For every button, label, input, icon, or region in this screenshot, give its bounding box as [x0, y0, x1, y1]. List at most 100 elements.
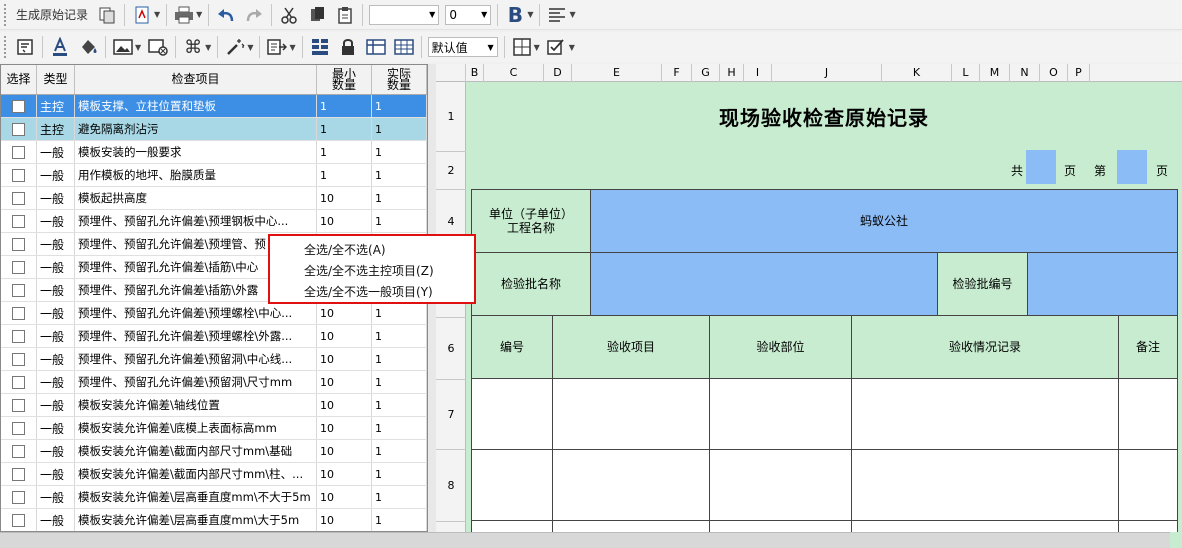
row-actual-qty[interactable]: 1 [372, 164, 427, 186]
row-checkbox[interactable] [12, 421, 25, 435]
row-checkbox[interactable] [12, 352, 25, 366]
copy-format-button[interactable] [93, 3, 121, 27]
table-cell[interactable] [552, 520, 710, 532]
table-cell[interactable] [1118, 449, 1178, 521]
table-cell[interactable] [851, 520, 1119, 532]
header-min-qty[interactable]: 最小 数量 [317, 65, 372, 94]
column-header[interactable]: N [1010, 64, 1040, 82]
table-cell[interactable] [709, 449, 852, 521]
corner-cell[interactable] [436, 64, 466, 82]
row-checkbox[interactable] [12, 214, 25, 228]
row-checkbox[interactable] [12, 375, 25, 389]
table-row[interactable]: 一般 预埋件、预留孔允许偏差\预埋螺栓\外露... 10 1 [1, 325, 427, 348]
row-min-qty[interactable]: 10 [317, 325, 372, 347]
row-checkbox[interactable] [12, 306, 25, 320]
row-checkbox[interactable] [12, 467, 25, 481]
row-min-qty[interactable]: 10 [317, 417, 372, 439]
page-setup-button[interactable]: ▼ [263, 35, 298, 59]
row-actual-qty[interactable]: 1 [372, 394, 427, 416]
row-min-qty[interactable]: 10 [317, 302, 372, 324]
table-row[interactable]: 一般 模板安装允许偏差\底模上表面标高mm 10 1 [1, 417, 427, 440]
table-row[interactable]: 一般 模板安装允许偏差\截面内部尺寸mm\柱、... 10 1 [1, 463, 427, 486]
row-min-qty[interactable]: 10 [317, 210, 372, 232]
row-header[interactable]: 2 [436, 152, 466, 190]
row-min-qty[interactable]: 10 [317, 371, 372, 393]
table-row[interactable]: 一般 模板安装允许偏差\截面内部尺寸mm\基础 10 1 [1, 440, 427, 463]
row-checkbox[interactable] [12, 99, 25, 113]
table-cell[interactable] [1118, 378, 1178, 450]
copy-button[interactable] [303, 3, 331, 27]
column-header[interactable]: B [466, 64, 484, 82]
column-header[interactable]: L [952, 64, 980, 82]
unit-name-value[interactable]: 蚂蚁公社 [590, 189, 1178, 253]
row-actual-qty[interactable]: 1 [372, 509, 427, 531]
table-row[interactable]: 主控 避免隔离剂沾污 1 1 [1, 118, 427, 141]
row-actual-qty[interactable]: 1 [372, 118, 427, 140]
font-name-select[interactable]: ▼ [369, 4, 440, 25]
row-select-cell[interactable] [1, 302, 37, 324]
row-checkbox[interactable] [12, 122, 25, 136]
row-select-cell[interactable] [1, 279, 37, 301]
generate-record-button[interactable]: 生成原始记录 [11, 3, 93, 27]
row-actual-qty[interactable]: 1 [372, 141, 427, 163]
row-checkbox[interactable] [12, 237, 25, 251]
table-row[interactable]: 一般 用作模板的地坪、胎膜质量 1 1 [1, 164, 427, 187]
row-min-qty[interactable]: 10 [317, 486, 372, 508]
row-checkbox[interactable] [12, 490, 25, 504]
row-header[interactable]: 1 [436, 82, 466, 152]
header-type[interactable]: 类型 [37, 65, 75, 94]
export-pdf-button[interactable]: ▼ [128, 3, 163, 27]
table-cell[interactable] [471, 520, 553, 532]
table-row[interactable]: 一般 预埋件、预留孔允许偏差\预留洞\尺寸mm 10 1 [1, 371, 427, 394]
table-row[interactable]: 一般 模板起拱高度 10 1 [1, 187, 427, 210]
row-actual-qty[interactable]: 1 [372, 486, 427, 508]
batch-name-value[interactable] [590, 252, 938, 316]
header-item[interactable]: 检查项目 [75, 65, 317, 94]
row-select-cell[interactable] [1, 394, 37, 416]
column-header[interactable]: J [772, 64, 882, 82]
row-checkbox[interactable] [12, 513, 25, 527]
menu-item-select-all[interactable]: 全选/全不选(A) [270, 240, 474, 261]
validate-button[interactable]: ▼ [543, 35, 578, 59]
delete-image-button[interactable] [144, 35, 172, 59]
row-min-qty[interactable]: 10 [317, 509, 372, 531]
table-cell[interactable] [471, 449, 553, 521]
table-header-button[interactable] [362, 35, 390, 59]
column-header[interactable]: K [882, 64, 952, 82]
redo-button[interactable] [240, 3, 268, 27]
row-select-cell[interactable] [1, 256, 37, 278]
row-actual-qty[interactable]: 1 [372, 210, 427, 232]
cut-button[interactable] [275, 3, 303, 27]
table-row[interactable]: 一般 模板安装允许偏差\轴线位置 10 1 [1, 394, 427, 417]
sheet-title[interactable]: 现场验收检查原始记录 [466, 102, 1182, 131]
row-actual-qty[interactable]: 1 [372, 417, 427, 439]
row-select-cell[interactable] [1, 164, 37, 186]
column-header[interactable]: I [744, 64, 772, 82]
row-actual-qty[interactable]: 1 [372, 371, 427, 393]
row-header[interactable]: 6 [436, 318, 466, 380]
table-row[interactable]: 主控 模板支撑、立柱位置和垫板 1 1 [1, 95, 427, 118]
column-header[interactable]: H [720, 64, 744, 82]
table-cell[interactable] [709, 520, 852, 532]
table-grid-button[interactable] [390, 35, 418, 59]
column-header[interactable]: F [662, 64, 692, 82]
toolbar-grip[interactable] [4, 3, 7, 26]
column-header[interactable]: G [692, 64, 720, 82]
paste-button[interactable] [331, 3, 359, 27]
table-row[interactable]: 一般 预埋件、预留孔允许偏差\预埋螺栓\中心... 10 1 [1, 302, 427, 325]
row-actual-qty[interactable]: 1 [372, 95, 427, 117]
undo-button[interactable] [212, 3, 240, 27]
page-total-input[interactable] [1026, 150, 1056, 184]
row-min-qty[interactable]: 10 [317, 348, 372, 370]
batch-no-value[interactable] [1027, 252, 1178, 316]
font-color-button[interactable] [46, 35, 74, 59]
bold-button[interactable]: B ▼ [501, 3, 536, 27]
layout-button[interactable] [306, 35, 334, 59]
row-select-cell[interactable] [1, 463, 37, 485]
column-header[interactable]: O [1040, 64, 1068, 82]
row-select-cell[interactable] [1, 95, 37, 117]
row-select-cell[interactable] [1, 233, 37, 255]
row-checkbox[interactable] [12, 260, 25, 274]
row-min-qty[interactable]: 1 [317, 141, 372, 163]
row-min-qty[interactable]: 1 [317, 118, 372, 140]
